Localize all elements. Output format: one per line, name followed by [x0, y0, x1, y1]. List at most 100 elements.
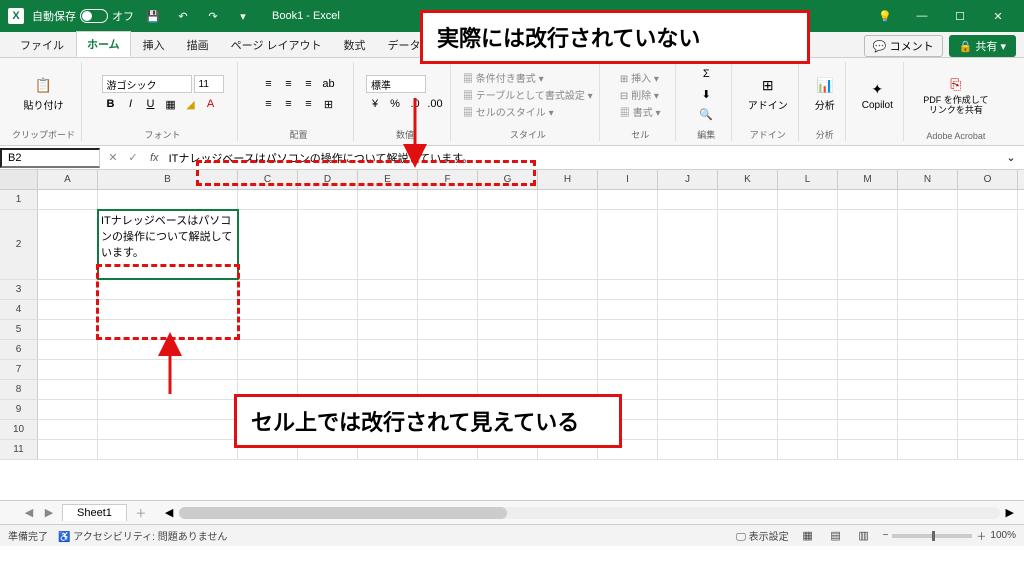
cell-J11[interactable] — [658, 440, 718, 459]
cell-N1[interactable] — [898, 190, 958, 209]
zoom-in-icon[interactable]: ＋ — [976, 528, 986, 543]
cell-A8[interactable] — [38, 380, 98, 399]
minimize-button[interactable]: — — [904, 4, 940, 28]
insert-cells-button[interactable]: ⊞ 挿入 ▾ — [620, 70, 661, 85]
cell-J5[interactable] — [658, 320, 718, 339]
cell-J4[interactable] — [658, 300, 718, 319]
cell-C1[interactable] — [238, 190, 298, 209]
cell-L10[interactable] — [778, 420, 838, 439]
row-header-3[interactable]: 3 — [0, 280, 38, 299]
comments-button[interactable]: 💬 コメント — [864, 35, 943, 57]
decimal-dec-button[interactable]: .00 — [426, 95, 444, 113]
cell-K9[interactable] — [718, 400, 778, 419]
cell-H3[interactable] — [538, 280, 598, 299]
cell-E5[interactable] — [358, 320, 418, 339]
cell-M1[interactable] — [838, 190, 898, 209]
cell-M9[interactable] — [838, 400, 898, 419]
cell-A9[interactable] — [38, 400, 98, 419]
format-cells-button[interactable]: ▦ 書式 ▾ — [620, 104, 661, 119]
cancel-icon[interactable]: ✕ — [104, 149, 122, 167]
cell-D6[interactable] — [298, 340, 358, 359]
zoom-out-icon[interactable]: − — [883, 530, 889, 541]
percent-button[interactable]: % — [386, 95, 404, 113]
cell-styles-button[interactable]: ▦ セルのスタイル ▾ — [463, 104, 593, 119]
add-sheet-button[interactable]: ＋ — [131, 503, 151, 523]
border-button[interactable]: ▦ — [162, 95, 180, 113]
font-color-button[interactable]: A — [202, 95, 220, 113]
fill-color-button[interactable]: ◢ — [182, 95, 200, 113]
cell-E1[interactable] — [358, 190, 418, 209]
currency-button[interactable]: ¥ — [366, 95, 384, 113]
cell-L5[interactable] — [778, 320, 838, 339]
cell-B1[interactable] — [98, 190, 238, 209]
wrap-text-button[interactable]: ab — [320, 75, 338, 93]
cell-J7[interactable] — [658, 360, 718, 379]
align-center-button[interactable]: ≡ — [280, 95, 298, 113]
align-right-button[interactable]: ≡ — [300, 95, 318, 113]
scroll-right-icon[interactable]: ▶ — [1006, 506, 1014, 519]
cell-A6[interactable] — [38, 340, 98, 359]
qat-dropdown-icon[interactable]: ▾ — [232, 5, 254, 27]
cell-M6[interactable] — [838, 340, 898, 359]
cell-G7[interactable] — [478, 360, 538, 379]
cell-J6[interactable] — [658, 340, 718, 359]
cell-B2[interactable]: ITナレッジベースはパソコンの操作について解説しています。 — [98, 210, 238, 279]
font-name-select[interactable] — [102, 75, 192, 93]
col-header-E[interactable]: E — [358, 170, 418, 189]
cell-F7[interactable] — [418, 360, 478, 379]
cell-H5[interactable] — [538, 320, 598, 339]
cell-J9[interactable] — [658, 400, 718, 419]
addins-button[interactable]: ⊞ アドイン — [744, 73, 792, 116]
cell-A11[interactable] — [38, 440, 98, 459]
redo-icon[interactable]: ↷ — [202, 5, 224, 27]
cell-E2[interactable] — [358, 210, 418, 279]
zoom-control[interactable]: − ＋ 100% — [883, 528, 1016, 543]
lightbulb-icon[interactable]: 💡 — [874, 5, 896, 27]
cell-H2[interactable] — [538, 210, 598, 279]
cell-A10[interactable] — [38, 420, 98, 439]
align-top-button[interactable]: ≡ — [260, 75, 278, 93]
paste-button[interactable]: 📋 貼り付け — [20, 73, 68, 116]
tab-home[interactable]: ホーム — [76, 31, 131, 57]
underline-button[interactable]: U — [142, 95, 160, 113]
maximize-button[interactable]: ☐ — [942, 4, 978, 28]
cell-F6[interactable] — [418, 340, 478, 359]
cell-A7[interactable] — [38, 360, 98, 379]
cell-E7[interactable] — [358, 360, 418, 379]
cell-B3[interactable] — [98, 280, 238, 299]
row-header-10[interactable]: 10 — [0, 420, 38, 439]
tab-draw[interactable]: 描画 — [177, 33, 219, 57]
fx-icon[interactable]: fx — [146, 152, 163, 164]
cell-G4[interactable] — [478, 300, 538, 319]
view-normal-icon[interactable]: ▦ — [799, 527, 817, 545]
cell-I2[interactable] — [598, 210, 658, 279]
col-header-A[interactable]: A — [38, 170, 98, 189]
cell-F3[interactable] — [418, 280, 478, 299]
cell-O10[interactable] — [958, 420, 1018, 439]
cell-B9[interactable] — [98, 400, 238, 419]
view-pagebreak-icon[interactable]: ▥ — [855, 527, 873, 545]
worksheet-grid[interactable]: ABCDEFGHIJKLMNO 12ITナレッジベースはパソコンの操作について解… — [0, 170, 1024, 500]
share-button[interactable]: 🔒 共有 ▾ — [949, 35, 1016, 57]
col-header-F[interactable]: F — [418, 170, 478, 189]
cell-N4[interactable] — [898, 300, 958, 319]
cell-F1[interactable] — [418, 190, 478, 209]
tab-insert[interactable]: 挿入 — [133, 33, 175, 57]
cell-K2[interactable] — [718, 210, 778, 279]
cell-O11[interactable] — [958, 440, 1018, 459]
col-header-J[interactable]: J — [658, 170, 718, 189]
cell-M7[interactable] — [838, 360, 898, 379]
cell-L6[interactable] — [778, 340, 838, 359]
cell-K10[interactable] — [718, 420, 778, 439]
cell-O5[interactable] — [958, 320, 1018, 339]
cell-O8[interactable] — [958, 380, 1018, 399]
undo-icon[interactable]: ↶ — [172, 5, 194, 27]
cell-E4[interactable] — [358, 300, 418, 319]
cell-N7[interactable] — [898, 360, 958, 379]
cell-J8[interactable] — [658, 380, 718, 399]
row-header-7[interactable]: 7 — [0, 360, 38, 379]
cell-A5[interactable] — [38, 320, 98, 339]
font-size-select[interactable] — [194, 75, 224, 93]
cell-D7[interactable] — [298, 360, 358, 379]
cell-K5[interactable] — [718, 320, 778, 339]
